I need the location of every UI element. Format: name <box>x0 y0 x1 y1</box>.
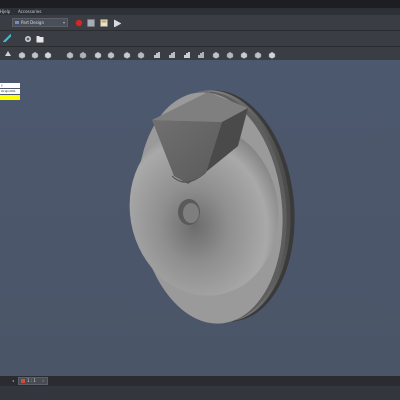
view-iso-icon[interactable] <box>18 51 26 59</box>
fillet-icon[interactable] <box>123 51 131 59</box>
model-canvas <box>129 90 295 324</box>
pocket-icon[interactable] <box>79 51 87 59</box>
document-tabs: ◂ 1 : 1 × <box>0 376 400 386</box>
close-icon[interactable]: × <box>42 378 45 384</box>
pad-icon[interactable] <box>66 51 74 59</box>
loft-icon[interactable] <box>153 51 161 59</box>
polar-pattern-icon[interactable] <box>212 51 220 59</box>
linear-pattern-icon[interactable] <box>197 51 205 59</box>
sketch-pen-icon[interactable] <box>3 34 11 42</box>
menu-bar: Hjelp Accessories <box>0 8 400 15</box>
view-front-icon[interactable] <box>31 51 39 59</box>
mirror-icon[interactable] <box>183 51 191 59</box>
workbench-selector[interactable]: Part Design ▾ <box>12 18 68 27</box>
toolbar-row-2 <box>0 31 400 46</box>
body-icon[interactable] <box>24 35 32 43</box>
chevron-down-icon: ▾ <box>62 20 65 25</box>
status-line <box>0 386 400 400</box>
tab-document-label: 1 : 1 <box>27 378 36 383</box>
edit-macro-icon[interactable] <box>100 19 108 27</box>
stop-macro-icon[interactable] <box>87 19 95 27</box>
toolbar-area: Part Design ▾ <box>0 15 400 60</box>
boolean-icon[interactable] <box>240 51 248 59</box>
tab-scroll-left-icon[interactable]: ◂ <box>12 377 14 385</box>
record-macro-icon[interactable] <box>75 19 83 27</box>
sweep-icon[interactable] <box>168 51 176 59</box>
menu-item-hjelp[interactable]: Hjelp <box>0 8 10 15</box>
draft-icon[interactable] <box>268 51 276 59</box>
run-macro-icon[interactable] <box>113 19 121 27</box>
status-bar: ◂ 1 : 1 × <box>0 376 400 400</box>
title-bar <box>0 0 400 8</box>
revolution-icon[interactable] <box>94 51 102 59</box>
view-top-icon[interactable] <box>44 51 52 59</box>
view-fit-icon[interactable] <box>4 50 12 58</box>
multi-transform-icon[interactable] <box>226 51 234 59</box>
tab-document[interactable]: 1 : 1 × <box>18 377 48 385</box>
menu-item-accessories[interactable]: Accessories <box>18 8 41 15</box>
document-icon <box>21 379 25 383</box>
pulley-hole-inner <box>183 203 199 223</box>
folder-icon[interactable] <box>36 35 44 43</box>
3d-viewport[interactable]: y Origin001 <box>0 60 400 376</box>
toolbar-row-1: Part Design ▾ <box>0 15 400 30</box>
thickness-icon[interactable] <box>254 51 262 59</box>
part-design-icon <box>15 21 19 24</box>
chamfer-icon[interactable] <box>137 51 145 59</box>
workbench-selected-label: Part Design <box>21 20 44 25</box>
groove-icon[interactable] <box>107 51 115 59</box>
